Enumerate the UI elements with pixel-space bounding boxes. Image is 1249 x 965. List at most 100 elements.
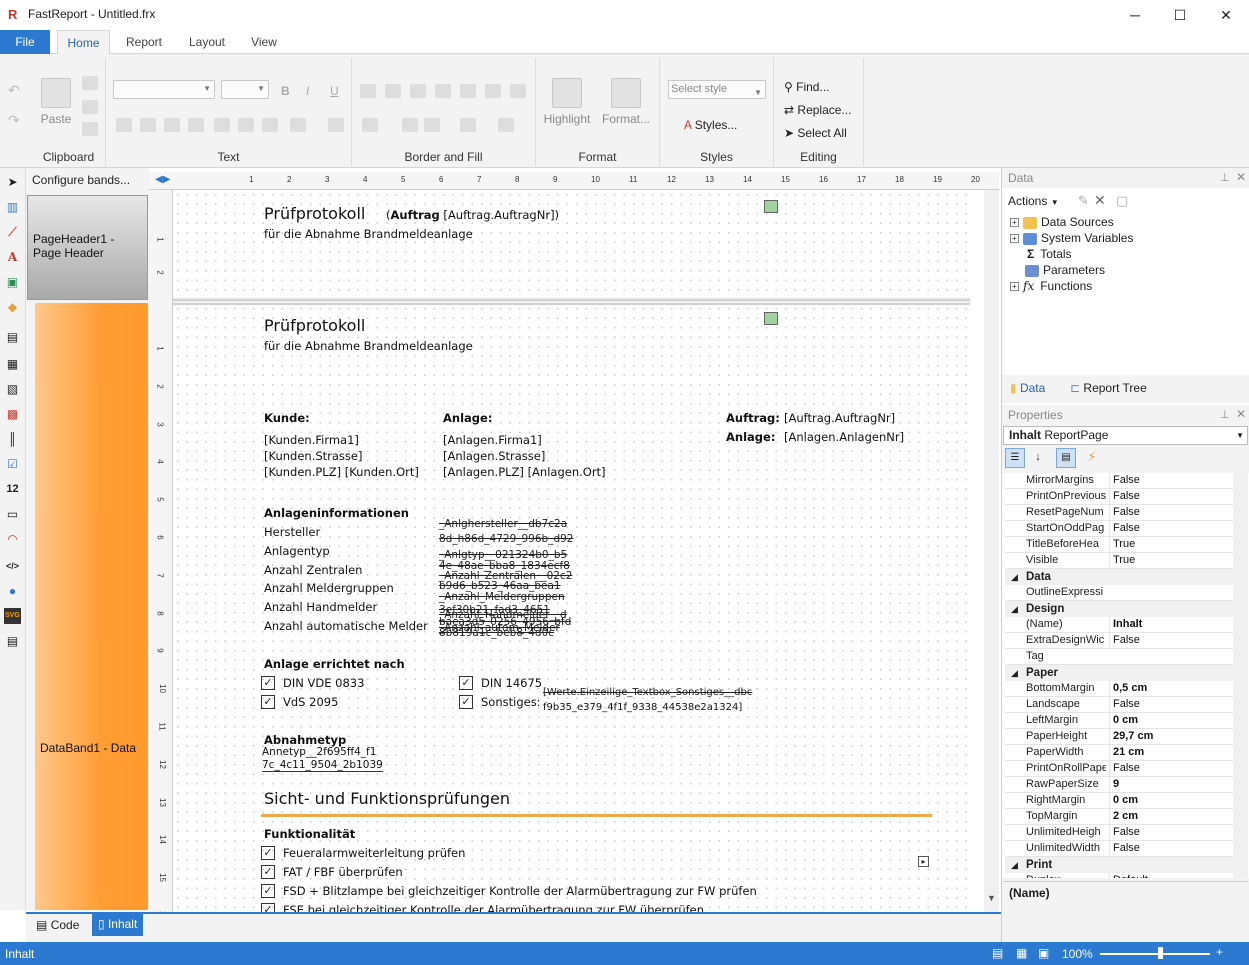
property-value[interactable]: 0,5 cm	[1109, 681, 1233, 696]
property-value[interactable]: True	[1109, 553, 1233, 568]
valign-top-icon[interactable]	[214, 118, 230, 132]
text-color-icon[interactable]	[290, 118, 306, 132]
property-value[interactable]: 29,7 cm	[1109, 729, 1233, 744]
font-name-combo[interactable]: ▼	[113, 80, 215, 99]
property-row[interactable]: UnlimitedWidth False	[1005, 841, 1235, 857]
chart-tool-icon[interactable]: ⟋	[4, 224, 21, 240]
line-style-icon[interactable]	[498, 118, 514, 132]
ph-picture-icon[interactable]	[764, 200, 778, 213]
property-row[interactable]: RightMargin 0 cm	[1005, 793, 1235, 809]
align-left-icon[interactable]	[116, 118, 132, 132]
pin-icon[interactable]: ⊥	[1220, 408, 1230, 421]
italic-icon[interactable]: I	[306, 84, 309, 98]
property-value[interactable]: 2 cm	[1109, 809, 1233, 824]
check-label[interactable]: DIN 14675	[481, 676, 542, 690]
tree-item-system-variables[interactable]: + System Variables	[1010, 231, 1133, 245]
property-value[interactable]: Inhalt	[1109, 617, 1233, 632]
title[interactable]: Prüfprotokoll	[264, 316, 365, 335]
gauge-tool-icon[interactable]: ◠	[4, 531, 21, 547]
copy-icon[interactable]	[82, 76, 98, 90]
info-row-label[interactable]: Anzahl Handmelder	[264, 600, 377, 614]
undo-icon[interactable]: ↶	[8, 82, 20, 99]
property-value[interactable]: False	[1109, 505, 1233, 520]
errichtet-heading[interactable]: Anlage errichtet nach	[264, 657, 405, 671]
property-row[interactable]: PaperHeight 29,7 cm	[1005, 729, 1235, 745]
font-size-combo[interactable]: ▼	[221, 80, 269, 99]
shadow-icon[interactable]	[402, 118, 418, 132]
kunde-line-3[interactable]: [Kunden.PLZ] [Kunden.Ort]	[264, 465, 419, 479]
info-value[interactable]: _Anzahl_Meldergruppen	[439, 591, 565, 603]
tab-file[interactable]: File	[0, 30, 50, 54]
property-value[interactable]: False	[1109, 825, 1233, 840]
replace-button[interactable]: ⇄ Replace...	[784, 103, 851, 117]
tab-inhalt[interactable]: ▯ Inhalt	[92, 914, 144, 936]
funk-heading[interactable]: Funktionalität	[264, 827, 355, 841]
picture-icon[interactable]	[764, 312, 778, 325]
info-value[interactable]: 8b819a1c_beb8_4d0c	[439, 627, 554, 639]
number-tool-icon[interactable]: 12	[4, 481, 21, 497]
minimize-button[interactable]: ─	[1112, 0, 1158, 30]
fill-color-icon[interactable]	[362, 118, 378, 132]
auftrag-value[interactable]: [Auftrag.AuftragNr]	[784, 411, 895, 425]
checkbox-sonstiges[interactable]: ✓	[459, 695, 473, 709]
tab-view[interactable]: View	[244, 30, 284, 54]
checkbox-tool-icon[interactable]: ☑	[4, 456, 21, 472]
ruler-arrows-icon[interactable]: ◀▶	[155, 174, 170, 185]
property-value[interactable]: 0 cm	[1109, 713, 1233, 728]
properties-icon[interactable]: ▢	[1116, 193, 1128, 209]
html-tool-icon[interactable]: </>	[4, 558, 21, 574]
table-tool-icon[interactable]: ▦	[4, 356, 21, 372]
property-value[interactable]: False	[1109, 633, 1233, 648]
picture-tool-icon[interactable]: ▣	[4, 274, 21, 290]
property-row[interactable]: Tag	[1005, 649, 1235, 665]
underline-icon[interactable]: U	[330, 84, 339, 98]
info-row-label[interactable]: Anzahl Zentralen	[264, 563, 362, 577]
text-tool-icon[interactable]: A	[4, 249, 21, 265]
property-category[interactable]: ◢ Print	[1005, 857, 1235, 873]
collapse-icon[interactable]: ◢	[1011, 665, 1018, 681]
justify-icon[interactable]	[188, 118, 204, 132]
property-row[interactable]: BottomMargin 0,5 cm	[1005, 681, 1235, 697]
property-row[interactable]: (Name) Inhalt	[1005, 617, 1235, 633]
info-row-label[interactable]: Anlagentyp	[264, 544, 330, 558]
anlage-label[interactable]: Anlage:	[726, 430, 775, 444]
paste-button[interactable]: Paste	[36, 78, 76, 126]
select-all-button[interactable]: ➤ Select All	[784, 126, 847, 140]
tree-item-totals[interactable]: Σ Totals	[1023, 247, 1072, 261]
property-row[interactable]: ExtraDesignWic False	[1005, 633, 1235, 649]
expand-plus-icon[interactable]: +	[1010, 234, 1019, 244]
pin-icon[interactable]: ⊥	[1220, 171, 1230, 184]
check-label[interactable]: Sonstiges:	[481, 695, 541, 709]
properties-view-icon[interactable]: ▤	[1056, 448, 1076, 468]
maximize-button[interactable]: ☐	[1157, 0, 1203, 30]
abnahmetyp-heading[interactable]: Abnahmetyp	[264, 733, 346, 747]
tab-layout[interactable]: Layout	[180, 30, 234, 54]
tab-data[interactable]: ▮ Data	[1010, 381, 1045, 395]
sonstiges-value[interactable]: [Werte.Einzeilige_Textbox_Sonstiges__dbc	[543, 687, 752, 698]
line-color-icon[interactable]	[424, 118, 440, 132]
close-button[interactable]: ✕	[1203, 0, 1249, 30]
property-value[interactable]: True	[1109, 537, 1233, 552]
collapse-icon[interactable]: ◢	[1011, 601, 1018, 617]
property-value[interactable]: False	[1109, 473, 1233, 488]
info-row-label[interactable]: Anzahl automatische Melder	[264, 619, 428, 633]
svg-tool-icon[interactable]: SVG	[4, 608, 21, 624]
tab-report[interactable]: Report	[118, 30, 170, 54]
kunde-line-1[interactable]: [Kunden.Firma1]	[264, 433, 359, 447]
zoom-in-icon[interactable]: +	[1216, 945, 1223, 959]
tree-item-parameters[interactable]: Parameters	[1023, 263, 1105, 277]
panel-close-icon[interactable]: ✕	[1236, 407, 1246, 421]
anlage-line-1[interactable]: [Anlagen.Firma1]	[443, 433, 542, 447]
tab-code[interactable]: ▤ Code	[36, 918, 79, 932]
redo-icon[interactable]: ↷	[8, 112, 20, 129]
info-value[interactable]: 8d_h86d_4729_996b_d92	[439, 533, 573, 545]
border-bottom-icon[interactable]	[385, 84, 401, 98]
align-center-icon[interactable]	[140, 118, 156, 132]
barcode-tool-icon[interactable]: ║	[4, 431, 21, 447]
align-right-icon[interactable]	[164, 118, 180, 132]
funk-label[interactable]: FAT / FBF überprüfen	[283, 865, 403, 879]
property-value[interactable]: 9	[1109, 777, 1233, 792]
valign-bottom-icon[interactable]	[262, 118, 278, 132]
canvas-scrollbar[interactable]: ▼	[984, 190, 999, 912]
info-heading[interactable]: Anlageninformationen	[264, 506, 409, 520]
